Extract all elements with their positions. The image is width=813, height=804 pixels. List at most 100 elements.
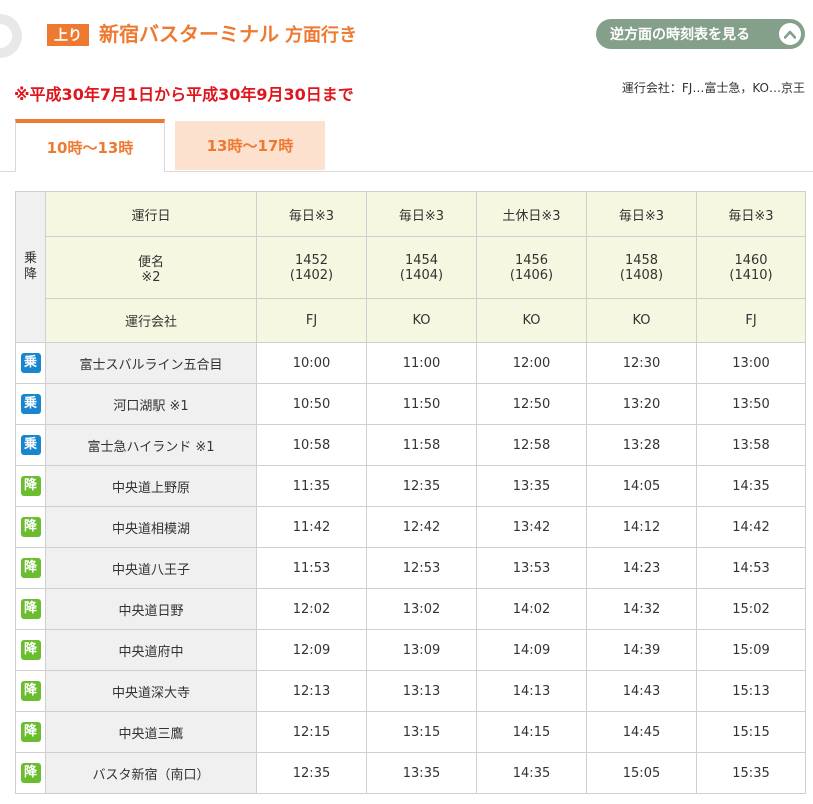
time-cell: 12:02 [256,588,367,630]
decorative-half-circle [0,14,22,58]
company-row: 運行会社 FJ KO KO KO FJ [16,298,806,343]
time-cell: 11:50 [366,383,477,425]
company-cell: FJ [256,298,367,343]
time-cell: 12:30 [586,342,697,384]
time-cell: 13:00 [696,342,806,384]
time-cell: 15:02 [696,588,806,630]
table-row: 降中央道日野 12:02 13:02 14:02 14:32 15:02 [15,588,806,630]
time-cell: 15:13 [696,670,806,712]
time-cell: 11:42 [256,506,367,548]
stop-type-cell: 降 [15,547,46,589]
time-cell: 12:35 [366,465,477,507]
days-label: 運行日 [45,191,257,237]
validity-notice: ※平成30年7月1日から平成30年9月30日まで [14,85,354,104]
time-cell: 13:35 [366,752,477,794]
destination-label: 新宿バスターミナル [99,22,279,46]
time-cell: 15:09 [696,629,806,671]
stop-name: 富士急ハイランド ※1 [45,424,257,466]
time-cell: 14:02 [476,588,587,630]
days-cell: 毎日※3 [696,191,806,237]
stop-name: 中央道相模湖 [45,506,257,548]
company-cell: KO [476,298,587,343]
time-cell: 12:53 [366,547,477,589]
time-cell: 12:42 [366,506,477,548]
stop-name: 中央道府中 [45,629,257,671]
table-row: 降中央道府中 12:09 13:09 14:09 14:39 15:09 [15,629,806,671]
time-cell: 11:35 [256,465,367,507]
time-cell: 15:35 [696,752,806,794]
time-cell: 15:15 [696,711,806,753]
stop-type-cell: 乗 [15,383,46,425]
title-suffix: 方面行き [285,25,357,46]
board-alight-header: 乗降 [15,191,46,343]
timetable-body: 乗降 運行日 毎日※3 毎日※3 土休日※3 毎日※3 毎日※3 便名 ※2 14… [15,191,806,794]
service-cell: 1452 (1402) [256,236,367,299]
stop-name: 中央道日野 [45,588,257,630]
table-row: 降中央道深大寺 12:13 13:13 14:13 14:43 15:13 [15,670,806,712]
time-cell: 14:32 [586,588,697,630]
stop-type-cell: 乗 [15,342,46,384]
time-cell: 13:50 [696,383,806,425]
days-cell: 土休日※3 [476,191,587,237]
time-cell: 13:42 [476,506,587,548]
alight-icon: 降 [20,476,41,496]
stop-name: バスタ新宿（南口） [45,752,257,794]
time-cell: 12:13 [256,670,367,712]
stop-name: 中央道八王子 [45,547,257,589]
time-cell: 11:53 [256,547,367,589]
time-cell: 10:50 [256,383,367,425]
service-cell: 1456 (1406) [476,236,587,299]
reverse-direction-button[interactable]: 逆方面の時刻表を見る [596,19,805,49]
company-cell: KO [366,298,477,343]
tab-10-13[interactable]: 10時～13時 [15,119,165,172]
alight-icon: 降 [20,722,41,742]
time-cell: 13:58 [696,424,806,466]
table-row: 乗河口湖駅 ※1 10:50 11:50 12:50 13:20 13:50 [15,383,806,425]
time-cell: 14:15 [476,711,587,753]
service-row: 便名 ※2 1452 (1402) 1454 (1404) 1456 (1406) 14… [16,236,806,299]
alight-icon: 降 [20,763,41,783]
table-row: 降バスタ新宿（南口） 12:35 13:35 14:35 15:05 15:35 [15,752,806,794]
time-cell: 13:35 [476,465,587,507]
table-row: 乗富士スバルライン五合目 10:00 11:00 12:00 12:30 13:00 [15,342,806,384]
board-icon: 乗 [20,353,41,373]
time-cell: 10:58 [256,424,367,466]
stop-type-cell: 降 [15,670,46,712]
stop-type-cell: 降 [15,506,46,548]
tab-13-17[interactable]: 13時～17時 [175,121,325,170]
alight-icon: 降 [20,517,41,537]
page-title: 新宿バスターミナル 方面行き [99,18,357,47]
chevron-up-icon [779,23,801,45]
board-icon: 乗 [20,394,41,414]
time-cell: 12:09 [256,629,367,671]
days-cell: 毎日※3 [256,191,367,237]
table-row: 乗富士急ハイランド ※1 10:58 11:58 12:58 13:28 13:58 [15,424,806,466]
time-cell: 13:13 [366,670,477,712]
time-cell: 12:50 [476,383,587,425]
time-cell: 15:05 [586,752,697,794]
time-cell: 13:09 [366,629,477,671]
company-cell: FJ [696,298,806,343]
stop-type-cell: 降 [15,711,46,753]
time-cell: 13:02 [366,588,477,630]
stop-type-cell: 降 [15,752,46,794]
days-row: 乗降 運行日 毎日※3 毎日※3 土休日※3 毎日※3 毎日※3 [15,191,806,343]
service-cell: 1454 (1404) [366,236,477,299]
time-cell: 10:00 [256,342,367,384]
alight-icon: 降 [20,640,41,660]
time-cell: 12:58 [476,424,587,466]
time-cell: 14:35 [696,465,806,507]
direction-badge: 上り [47,24,89,46]
time-cell: 13:53 [476,547,587,589]
time-cell: 13:20 [586,383,697,425]
time-cell: 14:13 [476,670,587,712]
table-row: 降中央道三鷹 12:15 13:15 14:15 14:45 15:15 [15,711,806,753]
time-cell: 12:35 [256,752,367,794]
stop-name: 中央道三鷹 [45,711,257,753]
time-cell: 14:39 [586,629,697,671]
table-row: 降中央道上野原 11:35 12:35 13:35 14:05 14:35 [15,465,806,507]
time-cell: 14:09 [476,629,587,671]
time-cell: 14:05 [586,465,697,507]
service-cell: 1458 (1408) [586,236,697,299]
days-cell: 毎日※3 [586,191,697,237]
